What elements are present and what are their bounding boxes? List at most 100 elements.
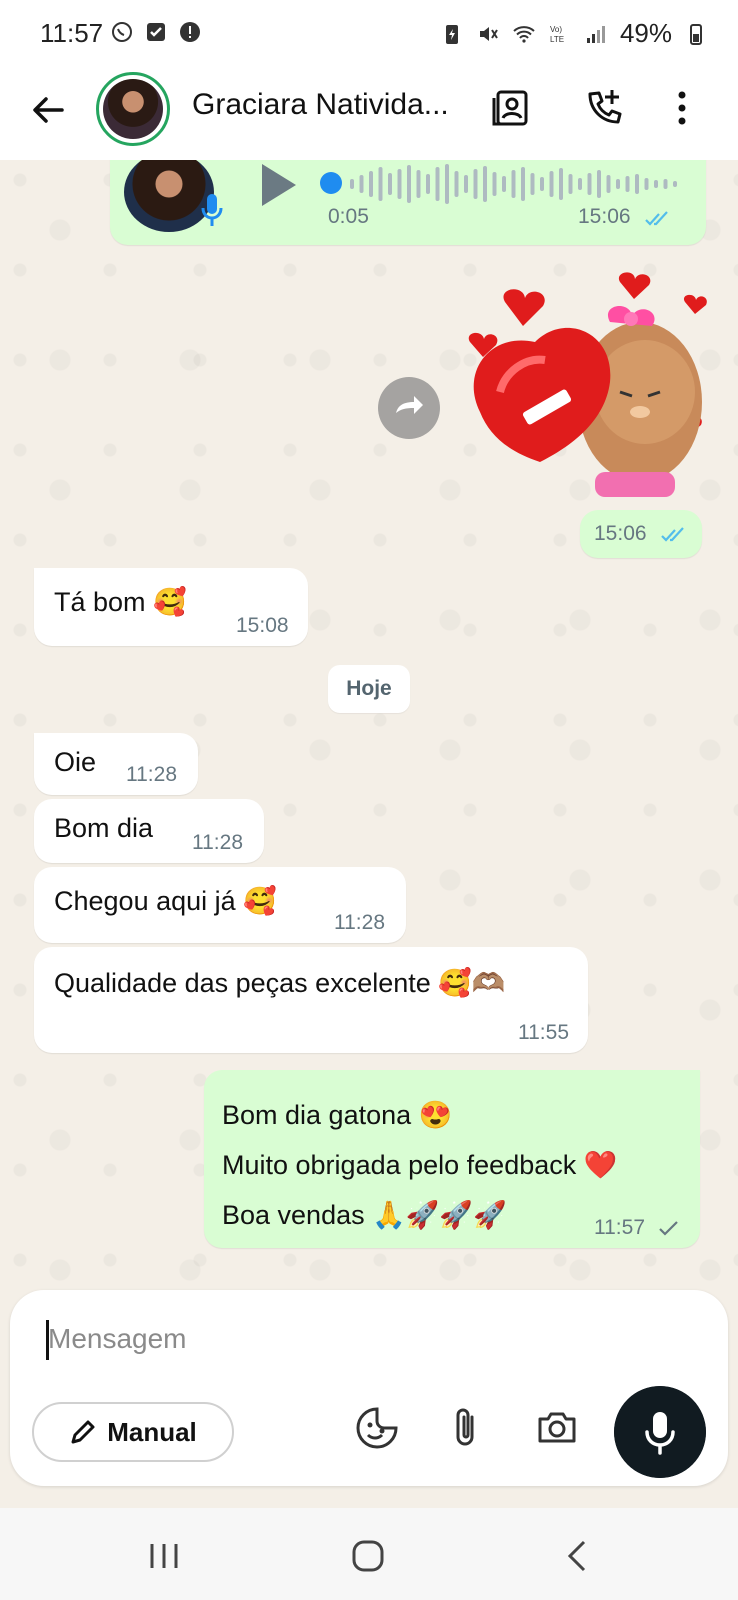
waveform-bar bbox=[616, 179, 620, 189]
pencil-icon bbox=[71, 1420, 95, 1444]
waveform-bar bbox=[502, 176, 506, 192]
playback-position-dot[interactable] bbox=[320, 172, 342, 194]
sent-tick-icon bbox=[659, 1221, 678, 1236]
waveform-bar bbox=[644, 178, 649, 190]
message-line: Muito obrigada pelo feedback ❤️ bbox=[222, 1150, 618, 1180]
message-time: 11:57 bbox=[594, 1216, 645, 1239]
message-time: 11:55 bbox=[518, 1021, 569, 1044]
waveform-bar bbox=[559, 168, 563, 200]
manual-label: Manual bbox=[107, 1416, 197, 1447]
waveform-bar bbox=[454, 171, 459, 197]
incoming-message[interactable]: Oie 11:28 bbox=[34, 733, 198, 795]
contact-name[interactable]: Graciara Nativida... bbox=[192, 88, 472, 122]
waveform-bar bbox=[625, 176, 630, 192]
wifi-icon bbox=[513, 25, 535, 43]
contact-card-icon[interactable] bbox=[490, 86, 534, 130]
audio-waveform[interactable] bbox=[350, 162, 690, 206]
waveform-bar bbox=[511, 170, 516, 198]
waveform-bar bbox=[388, 173, 392, 195]
volte-icon: Vo)LTE bbox=[550, 25, 564, 44]
waveform-bar bbox=[464, 175, 468, 193]
message-line: Bom dia gatona 😍 bbox=[222, 1100, 453, 1130]
checkbox-notification-icon bbox=[147, 23, 165, 41]
battery-icon bbox=[690, 23, 702, 45]
battery-level: 49% bbox=[619, 18, 672, 48]
message-text: Chegou aqui já 🥰 bbox=[54, 886, 277, 916]
svg-text:Vo): Vo) bbox=[550, 25, 562, 34]
sticker-timestamp: 15:06 bbox=[580, 510, 702, 558]
waveform-bar bbox=[587, 173, 592, 195]
waveform-bar bbox=[445, 164, 449, 204]
waveform-bar bbox=[663, 179, 668, 189]
voice-message[interactable]: 0:05 15:06 bbox=[110, 160, 706, 245]
message-text: Tá bom 🥰 bbox=[54, 587, 187, 617]
back-nav-icon[interactable] bbox=[560, 1538, 596, 1574]
manual-button[interactable]: Manual bbox=[32, 1402, 234, 1462]
waveform-bar bbox=[578, 178, 582, 190]
waveform-bar bbox=[654, 180, 658, 188]
more-options-icon[interactable] bbox=[660, 86, 704, 130]
sticker-icon[interactable] bbox=[354, 1405, 400, 1451]
waveform-bar bbox=[606, 175, 611, 193]
incoming-message[interactable]: Chegou aqui já 🥰 11:28 bbox=[34, 867, 406, 943]
forward-icon[interactable] bbox=[378, 377, 440, 439]
message-text: Oie bbox=[54, 747, 97, 777]
waveform-bar bbox=[492, 172, 497, 196]
message-time: 11:28 bbox=[334, 911, 385, 934]
message-time: 15:06 bbox=[578, 205, 631, 228]
mic-icon bbox=[201, 194, 223, 226]
incoming-message[interactable]: Qualidade das peças excelente 🥰🫶🏽 11:55 bbox=[34, 947, 588, 1053]
waveform-bar bbox=[369, 171, 373, 197]
waveform-bar bbox=[407, 165, 411, 203]
waveform-bar bbox=[378, 167, 383, 201]
waveform-bar bbox=[426, 174, 430, 194]
chat-header: Graciara Nativida... bbox=[0, 70, 738, 161]
message-time: 11:28 bbox=[126, 763, 177, 786]
voice-duration: 0:05 bbox=[328, 205, 369, 228]
alert-notification-icon bbox=[180, 22, 200, 42]
waveform-bar bbox=[673, 181, 677, 187]
waveform-bar bbox=[416, 170, 421, 198]
status-time: 11:57 bbox=[40, 18, 104, 48]
voice-record-button[interactable] bbox=[614, 1386, 706, 1478]
camera-icon[interactable] bbox=[534, 1405, 580, 1451]
waveform-bar bbox=[530, 173, 535, 195]
system-navigation-bar bbox=[0, 1508, 738, 1600]
battery-saver-icon bbox=[445, 24, 458, 44]
message-text: Qualidade das peças excelente 🥰🫶🏽 bbox=[54, 968, 506, 998]
attach-icon[interactable] bbox=[442, 1405, 488, 1451]
message-text: Bom dia bbox=[54, 813, 154, 843]
incoming-message[interactable]: Bom dia 11:28 bbox=[34, 799, 264, 863]
bear-heart-sticker[interactable] bbox=[460, 272, 710, 502]
home-icon[interactable] bbox=[350, 1538, 386, 1574]
signal-icon bbox=[586, 25, 605, 43]
back-arrow-icon[interactable] bbox=[26, 88, 70, 132]
avatar-image bbox=[103, 79, 163, 139]
waveform-bar bbox=[350, 179, 354, 189]
waveform-bar bbox=[540, 177, 544, 191]
waveform-bar bbox=[597, 170, 601, 198]
message-input[interactable] bbox=[46, 1312, 610, 1366]
waveform-bar bbox=[568, 174, 573, 194]
add-call-icon[interactable] bbox=[582, 86, 626, 130]
waveform-bar bbox=[521, 167, 525, 201]
waveform-bar bbox=[397, 169, 402, 199]
message-time: 11:28 bbox=[192, 831, 243, 854]
message-text: Bom dia gatona 😍 Muito obrigada pelo fee… bbox=[222, 1090, 617, 1240]
waveform-bar bbox=[483, 166, 487, 202]
outgoing-message[interactable]: Bom dia gatona 😍 Muito obrigada pelo fee… bbox=[204, 1070, 700, 1248]
waveform-bar bbox=[435, 167, 440, 201]
waveform-bar bbox=[473, 169, 478, 199]
mute-icon bbox=[479, 26, 498, 41]
status-bar: 11:57 Vo) LTE 49% bbox=[0, 0, 738, 70]
message-composer: Manual bbox=[10, 1290, 728, 1486]
whatsapp-notification-icon bbox=[112, 22, 132, 42]
contact-avatar[interactable] bbox=[96, 72, 170, 146]
incoming-message[interactable]: Tá bom 🥰 15:08 bbox=[34, 568, 308, 646]
recent-apps-icon[interactable] bbox=[146, 1538, 182, 1574]
message-time: 15:08 bbox=[236, 614, 289, 637]
play-icon[interactable] bbox=[258, 162, 298, 208]
svg-text:LTE: LTE bbox=[550, 35, 564, 44]
chat-area[interactable]: 0:05 15:06 15:06 Tá bom 🥰 15:08 Hoje Oie bbox=[0, 160, 738, 1290]
read-ticks-icon bbox=[645, 211, 668, 226]
